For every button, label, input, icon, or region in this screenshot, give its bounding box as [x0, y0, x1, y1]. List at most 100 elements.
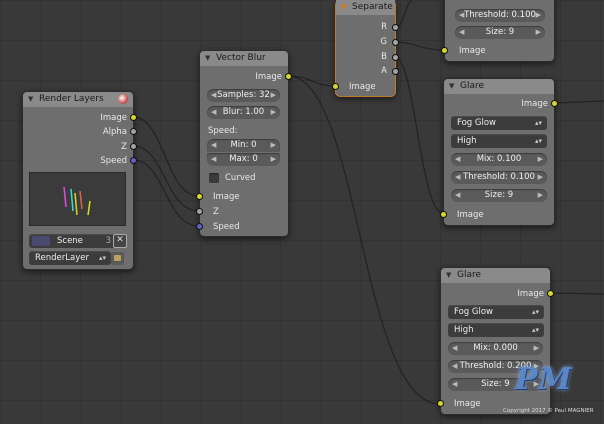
link-g-to-glare-top: [394, 41, 444, 51]
socket-speed-in[interactable]: [196, 223, 203, 230]
render-layer-button[interactable]: [111, 252, 124, 265]
socket-a-out[interactable]: [392, 68, 399, 75]
vector-blur-node[interactable]: ▼ Vector Blur Image ◀ Samples: 32 ▶ ◀ Blur:…: [196, 50, 292, 237]
link-image-to-vectorblur: [132, 116, 200, 197]
threshold-field[interactable]: ◀ Threshold: 0.100 ▶: [455, 9, 545, 22]
render-preview-icon[interactable]: [118, 94, 128, 104]
output-a-label: A: [381, 66, 387, 76]
updown-arrows-icon: ▴▾: [531, 326, 539, 334]
separate-node[interactable]: ▼ Separate R G B A Image: [332, 0, 399, 97]
input-image-label: Image: [459, 46, 486, 56]
output-g-label: G: [380, 37, 387, 47]
quality-dropdown[interactable]: High ▴▾: [448, 323, 544, 337]
glare-title: Glare: [457, 270, 482, 280]
link-z-to-vectorblur: [132, 145, 200, 212]
socket-image-out[interactable]: [285, 73, 292, 80]
collapse-triangle-icon[interactable]: ▼: [449, 79, 454, 94]
socket-z-out[interactable]: [130, 143, 137, 150]
socket-alpha-out[interactable]: [130, 128, 137, 135]
socket-image-in[interactable]: [441, 47, 448, 54]
collapse-triangle-icon[interactable]: ▼: [28, 92, 33, 107]
scene-name: Scene: [57, 236, 83, 246]
input-image-label: Image: [454, 399, 481, 409]
glare-node-top[interactable]: ◀ Threshold: 0.100 ▶ ◀ Size: 9 ▶ Image: [441, 0, 555, 62]
copyright-text: Copyright 2017 © Paul MAGNIER: [503, 408, 594, 414]
speed-label: Speed:: [208, 126, 238, 136]
input-image-label: Image: [457, 210, 484, 220]
glare-header[interactable]: ▼ Glare: [441, 268, 550, 283]
link-blur-to-glare-bottom: [287, 75, 441, 405]
render-preview-thumbnail: [29, 172, 126, 226]
output-r-label: R: [381, 22, 387, 32]
updown-arrows-icon: ▴▾: [534, 119, 542, 127]
curved-checkbox[interactable]: [209, 173, 219, 183]
socket-image-in[interactable]: [437, 400, 444, 407]
input-z-label: Z: [213, 207, 219, 217]
size-field[interactable]: ◀ Size: 9 ▶: [455, 26, 545, 39]
min-speed-field[interactable]: ◀ Min: 0 ▶: [207, 139, 280, 152]
render-layer-dropdown[interactable]: RenderLayer ▴▾: [29, 251, 111, 265]
socket-b-out[interactable]: [392, 54, 399, 61]
vector-blur-header[interactable]: ▼ Vector Blur: [200, 51, 288, 66]
output-image-label: Image: [517, 289, 544, 299]
output-z-label: Z: [121, 142, 127, 152]
socket-r-out[interactable]: [392, 24, 399, 31]
link-speed-to-vectorblur: [132, 159, 200, 227]
separate-node-header[interactable]: ▼ Separate: [336, 0, 395, 15]
collapse-triangle-icon[interactable]: ▼: [341, 0, 346, 15]
glare-title: Glare: [460, 81, 485, 91]
socket-g-out[interactable]: [392, 39, 399, 46]
separate-title: Separate: [352, 2, 393, 12]
glare-type-dropdown[interactable]: Fog Glow ▴▾: [448, 305, 544, 319]
updown-arrows-icon: ▴▾: [531, 308, 539, 316]
glare-node-middle[interactable]: ▼ Glare Image Fog Glow ▴▾ High ▴▾ ◀ Mix: 0.…: [440, 78, 558, 226]
camera-icon: [114, 255, 121, 261]
curved-label: Curved: [225, 173, 256, 183]
link-b-to-glare-mid: [394, 56, 444, 214]
output-speed-label: Speed: [100, 156, 127, 166]
mix-field[interactable]: ◀ Mix: 0.000 ▶: [448, 342, 543, 355]
collapse-triangle-icon[interactable]: ▼: [446, 268, 451, 283]
socket-image-in[interactable]: [196, 193, 203, 200]
output-image-label: Image: [100, 113, 127, 123]
socket-image-in[interactable]: [332, 83, 339, 90]
link-glare-mid-out: [552, 100, 604, 104]
updown-arrows-icon: ▴▾: [534, 137, 542, 145]
input-image-label: Image: [349, 82, 376, 92]
render-layers-header[interactable]: ▼ Render Layers: [23, 92, 133, 107]
socket-image-out[interactable]: [547, 290, 554, 297]
size-field[interactable]: ◀ Size: 9 ▶: [451, 189, 547, 202]
pm-logo: PM: [515, 362, 573, 397]
threshold-field[interactable]: ◀ Threshold: 0.100 ▶: [451, 171, 547, 184]
max-speed-field[interactable]: ◀ Max: 0 ▶: [207, 153, 280, 166]
glare-header[interactable]: ▼ Glare: [444, 79, 554, 94]
output-image-label: Image: [521, 99, 548, 109]
glare-type-dropdown[interactable]: Fog Glow ▴▾: [451, 116, 547, 130]
quality-dropdown[interactable]: High ▴▾: [451, 134, 547, 148]
mix-field[interactable]: ◀ Mix: 0.100 ▶: [451, 153, 547, 166]
socket-image-out[interactable]: [551, 100, 558, 107]
motion-streaks-image: [63, 186, 91, 216]
scene-selector[interactable]: Scene 3: [29, 234, 117, 248]
scene-user-count: 3: [105, 236, 111, 246]
collapse-triangle-icon[interactable]: ▼: [205, 51, 210, 66]
link-blur-to-separate: [287, 75, 337, 87]
vector-blur-title: Vector Blur: [216, 53, 266, 63]
socket-z-in[interactable]: [196, 208, 203, 215]
scene-type-icon[interactable]: [32, 236, 50, 246]
input-image-label: Image: [213, 192, 240, 202]
render-layer-value: RenderLayer: [35, 253, 89, 263]
socket-speed-out[interactable]: [130, 157, 137, 164]
samples-field[interactable]: ◀ Samples: 32 ▶: [207, 89, 280, 102]
input-speed-label: Speed: [213, 222, 240, 232]
output-b-label: B: [381, 52, 387, 62]
link-glare-bot-out: [548, 292, 604, 295]
output-image-label: Image: [255, 72, 282, 82]
blur-field[interactable]: ◀ Blur: 1.00 ▶: [207, 106, 280, 119]
updown-arrows-icon: ▴▾: [98, 254, 106, 262]
socket-image-out[interactable]: [130, 114, 137, 121]
socket-image-in[interactable]: [440, 211, 447, 218]
render-layers-node[interactable]: ▼ Render Layers Image Alpha Z Speed Scen…: [22, 91, 137, 270]
scene-unlink-button[interactable]: ✕: [113, 234, 127, 248]
render-layers-title: Render Layers: [39, 94, 104, 104]
